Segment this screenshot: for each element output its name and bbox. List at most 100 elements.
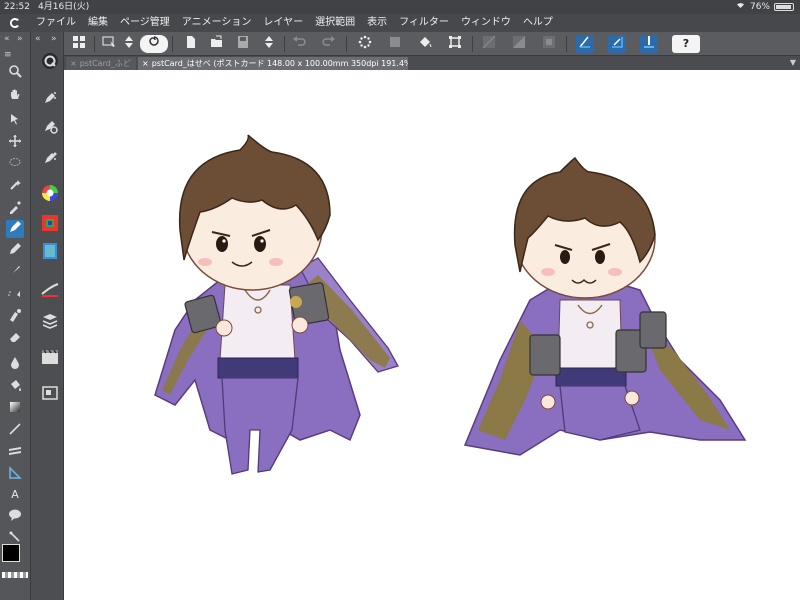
- left-character: [154, 134, 399, 475]
- gradient-fill-icon[interactable]: [510, 35, 528, 53]
- status-bar: 22:52 4月16日(火) 76%: [0, 0, 800, 14]
- toolbar-separator: [172, 36, 173, 52]
- navigator-icon[interactable]: [39, 384, 61, 404]
- gradient-icon[interactable]: [6, 400, 24, 418]
- fill-selection-icon[interactable]: [416, 35, 434, 53]
- battery-percent: 76%: [749, 2, 770, 12]
- color-wheel-icon[interactable]: [39, 184, 61, 204]
- tab-label: pstCard_ふど: [79, 59, 131, 68]
- pencil-icon[interactable]: [6, 242, 24, 260]
- snap-special-ruler-icon[interactable]: [608, 35, 626, 53]
- fill-icon[interactable]: [6, 378, 24, 396]
- brush-size-icon[interactable]: [39, 150, 61, 170]
- menu-view[interactable]: 表示: [361, 14, 393, 32]
- undo-icon[interactable]: [290, 35, 308, 53]
- frame-border-icon[interactable]: [6, 444, 24, 462]
- quick-access-icon[interactable]: [39, 52, 61, 72]
- move-layer-icon[interactable]: [6, 134, 24, 152]
- sub-tool-palette: « »: [30, 32, 64, 600]
- tool-property-icon[interactable]: [39, 118, 61, 138]
- zoom-icon[interactable]: [6, 64, 24, 82]
- snap-grid-icon[interactable]: [640, 35, 658, 53]
- toolbar-separator: [566, 36, 567, 52]
- blend-icon[interactable]: [6, 356, 24, 374]
- airbrush-icon[interactable]: [6, 286, 24, 304]
- transparent-color-swatch[interactable]: [2, 572, 28, 578]
- eraser-icon[interactable]: [6, 330, 24, 348]
- menu-selection[interactable]: 選択範囲: [309, 14, 361, 32]
- toolbar-separator: [472, 36, 473, 52]
- menu-file[interactable]: ファイル: [30, 14, 82, 32]
- menu-animation[interactable]: アニメーション: [176, 14, 258, 32]
- wifi-icon: [735, 0, 746, 14]
- chevron-down-icon[interactable]: ▼: [790, 58, 796, 67]
- toolbar-separator: [284, 36, 285, 52]
- status-date: 4月16日(火): [38, 2, 90, 12]
- balloon-icon[interactable]: [6, 508, 24, 526]
- chibi-illustration: [154, 134, 747, 475]
- animation-timeline-icon[interactable]: [39, 348, 61, 368]
- main-color-swatch[interactable]: [2, 544, 20, 562]
- tab-pstcard-fudo[interactable]: × pstCard_ふど: [66, 57, 136, 70]
- deselect-icon[interactable]: [386, 35, 404, 53]
- color-history-icon[interactable]: [39, 280, 61, 300]
- select-all-icon[interactable]: [356, 35, 374, 53]
- operation-icon[interactable]: [6, 112, 24, 130]
- redo-icon[interactable]: [320, 35, 338, 53]
- help-icon[interactable]: ?: [672, 35, 700, 53]
- save-icon[interactable]: [234, 35, 252, 53]
- tab-label: pstCard_はせべ (ポストカード 148.00 x 100.00mm 35…: [151, 59, 408, 68]
- brush-icon[interactable]: [6, 264, 24, 282]
- status-right: 76%: [735, 0, 794, 14]
- menu-layer[interactable]: レイヤー: [257, 14, 309, 32]
- command-bar: ?: [64, 32, 800, 56]
- snap-ruler-icon[interactable]: [576, 35, 594, 53]
- transform-icon[interactable]: [100, 35, 118, 53]
- ruler-icon[interactable]: [6, 466, 24, 484]
- spin-updown-icon[interactable]: [120, 35, 138, 53]
- sub-tool-pen-icon[interactable]: [39, 90, 61, 110]
- menu-help[interactable]: ヘルプ: [517, 14, 559, 32]
- text-tool-icon[interactable]: A: [6, 486, 24, 504]
- palette-menu-icon[interactable]: ≡: [4, 50, 12, 60]
- close-icon[interactable]: ×: [142, 59, 149, 68]
- collapse-right-icon[interactable]: »: [51, 34, 57, 44]
- menu-filter[interactable]: フィルター: [393, 14, 455, 32]
- auto-select-icon[interactable]: [6, 178, 24, 196]
- swirl-rotate-icon[interactable]: [140, 35, 168, 53]
- selection-box-icon[interactable]: [540, 35, 558, 53]
- hand-icon[interactable]: [6, 88, 24, 106]
- battery-icon: [774, 3, 794, 11]
- toolbar-separator: [346, 36, 347, 52]
- eyedropper-icon[interactable]: [6, 200, 24, 218]
- canvas[interactable]: [64, 70, 800, 600]
- color-set-icon[interactable]: [39, 242, 61, 262]
- lasso-icon[interactable]: [6, 156, 24, 174]
- menu-grid-icon[interactable]: [70, 35, 88, 53]
- pen-icon[interactable]: [6, 220, 24, 238]
- menu-edit[interactable]: 編集: [82, 14, 114, 32]
- document-tab-bar: × pstCard_ふど × pstCard_はせべ (ポストカード 148.00 …: [64, 56, 800, 70]
- status-time: 22:52: [4, 2, 30, 12]
- toolbar-separator: [94, 36, 95, 52]
- close-icon[interactable]: ×: [70, 59, 77, 68]
- collapse-left-icon[interactable]: «: [35, 34, 41, 44]
- menu-bar: ファイル 編集 ページ管理 アニメーション レイヤー 選択範囲 表示 フィルター…: [0, 14, 800, 32]
- menu-page-management[interactable]: ページ管理: [114, 14, 176, 32]
- new-file-icon[interactable]: [182, 35, 200, 53]
- layer-icon[interactable]: [39, 312, 61, 332]
- tool-palette: « » ≡ A: [0, 32, 30, 600]
- collapse-right-icon[interactable]: »: [17, 34, 23, 44]
- figure-icon[interactable]: [6, 422, 24, 440]
- clip-studio-logo-icon[interactable]: [0, 14, 30, 32]
- decoration-icon[interactable]: [6, 308, 24, 326]
- tab-pstcard-hasebe[interactable]: × pstCard_はせべ (ポストカード 148.00 x 100.00mm 3…: [138, 57, 408, 70]
- clear-outside-icon[interactable]: [480, 35, 498, 53]
- open-file-icon[interactable]: [208, 35, 226, 53]
- crop-transform-icon[interactable]: [446, 35, 464, 53]
- menu-window[interactable]: ウィンドウ: [455, 14, 517, 32]
- intermediate-color-icon[interactable]: [39, 214, 61, 234]
- spin-updown-2-icon[interactable]: [260, 35, 278, 53]
- collapse-left-icon[interactable]: «: [4, 34, 10, 44]
- right-character: [463, 156, 747, 456]
